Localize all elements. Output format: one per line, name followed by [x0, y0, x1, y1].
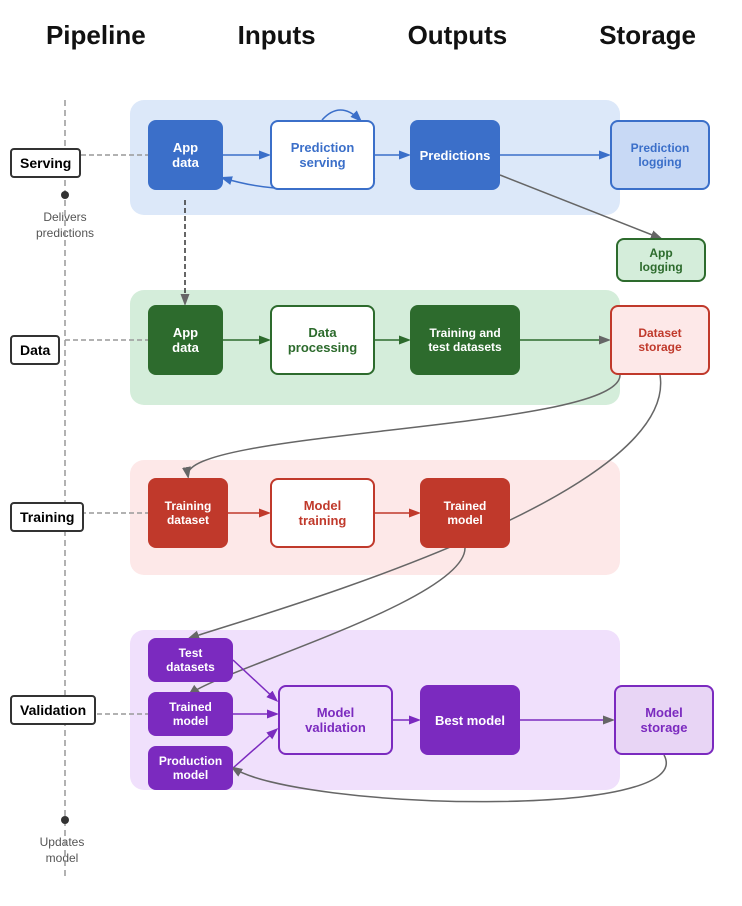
- header-pipeline: Pipeline: [46, 20, 146, 51]
- trained-model-node: Trained model: [420, 478, 510, 548]
- pipeline-label-training: Training: [10, 502, 84, 532]
- training-test-datasets-node: Training and test datasets: [410, 305, 520, 375]
- app-logging-node: App logging: [616, 238, 706, 282]
- pipeline-label-validation: Validation: [10, 695, 96, 725]
- model-storage-node: Model storage: [614, 685, 714, 755]
- header-storage: Storage: [599, 20, 696, 51]
- header-row: Pipeline Inputs Outputs Storage: [0, 20, 742, 51]
- production-model-node: Production model: [148, 746, 233, 790]
- data-processing-node: Data processing: [270, 305, 375, 375]
- validation-trained-model-node: Trained model: [148, 692, 233, 736]
- delivers-predictions-text: Delivers predictions: [20, 210, 110, 241]
- diagram-container: Pipeline Inputs Outputs Storage Serving …: [0, 0, 742, 906]
- header-outputs: Outputs: [408, 20, 508, 51]
- prediction-logging-node: Prediction logging: [610, 120, 710, 190]
- updates-model-text: Updates model: [22, 835, 102, 866]
- best-model-node: Best model: [420, 685, 520, 755]
- training-dataset-node: Training dataset: [148, 478, 228, 548]
- predictions-node: Predictions: [410, 120, 500, 190]
- pipeline-label-serving: Serving: [10, 148, 81, 178]
- header-inputs: Inputs: [238, 20, 316, 51]
- pipeline-label-data: Data: [10, 335, 60, 365]
- prediction-serving-node: Prediction serving: [270, 120, 375, 190]
- dataset-storage-node: Dataset storage: [610, 305, 710, 375]
- test-datasets-node: Test datasets: [148, 638, 233, 682]
- model-validation-node: Model validation: [278, 685, 393, 755]
- model-training-node: Model training: [270, 478, 375, 548]
- data-app-data-node: App data: [148, 305, 223, 375]
- serving-app-data-node: App data: [148, 120, 223, 190]
